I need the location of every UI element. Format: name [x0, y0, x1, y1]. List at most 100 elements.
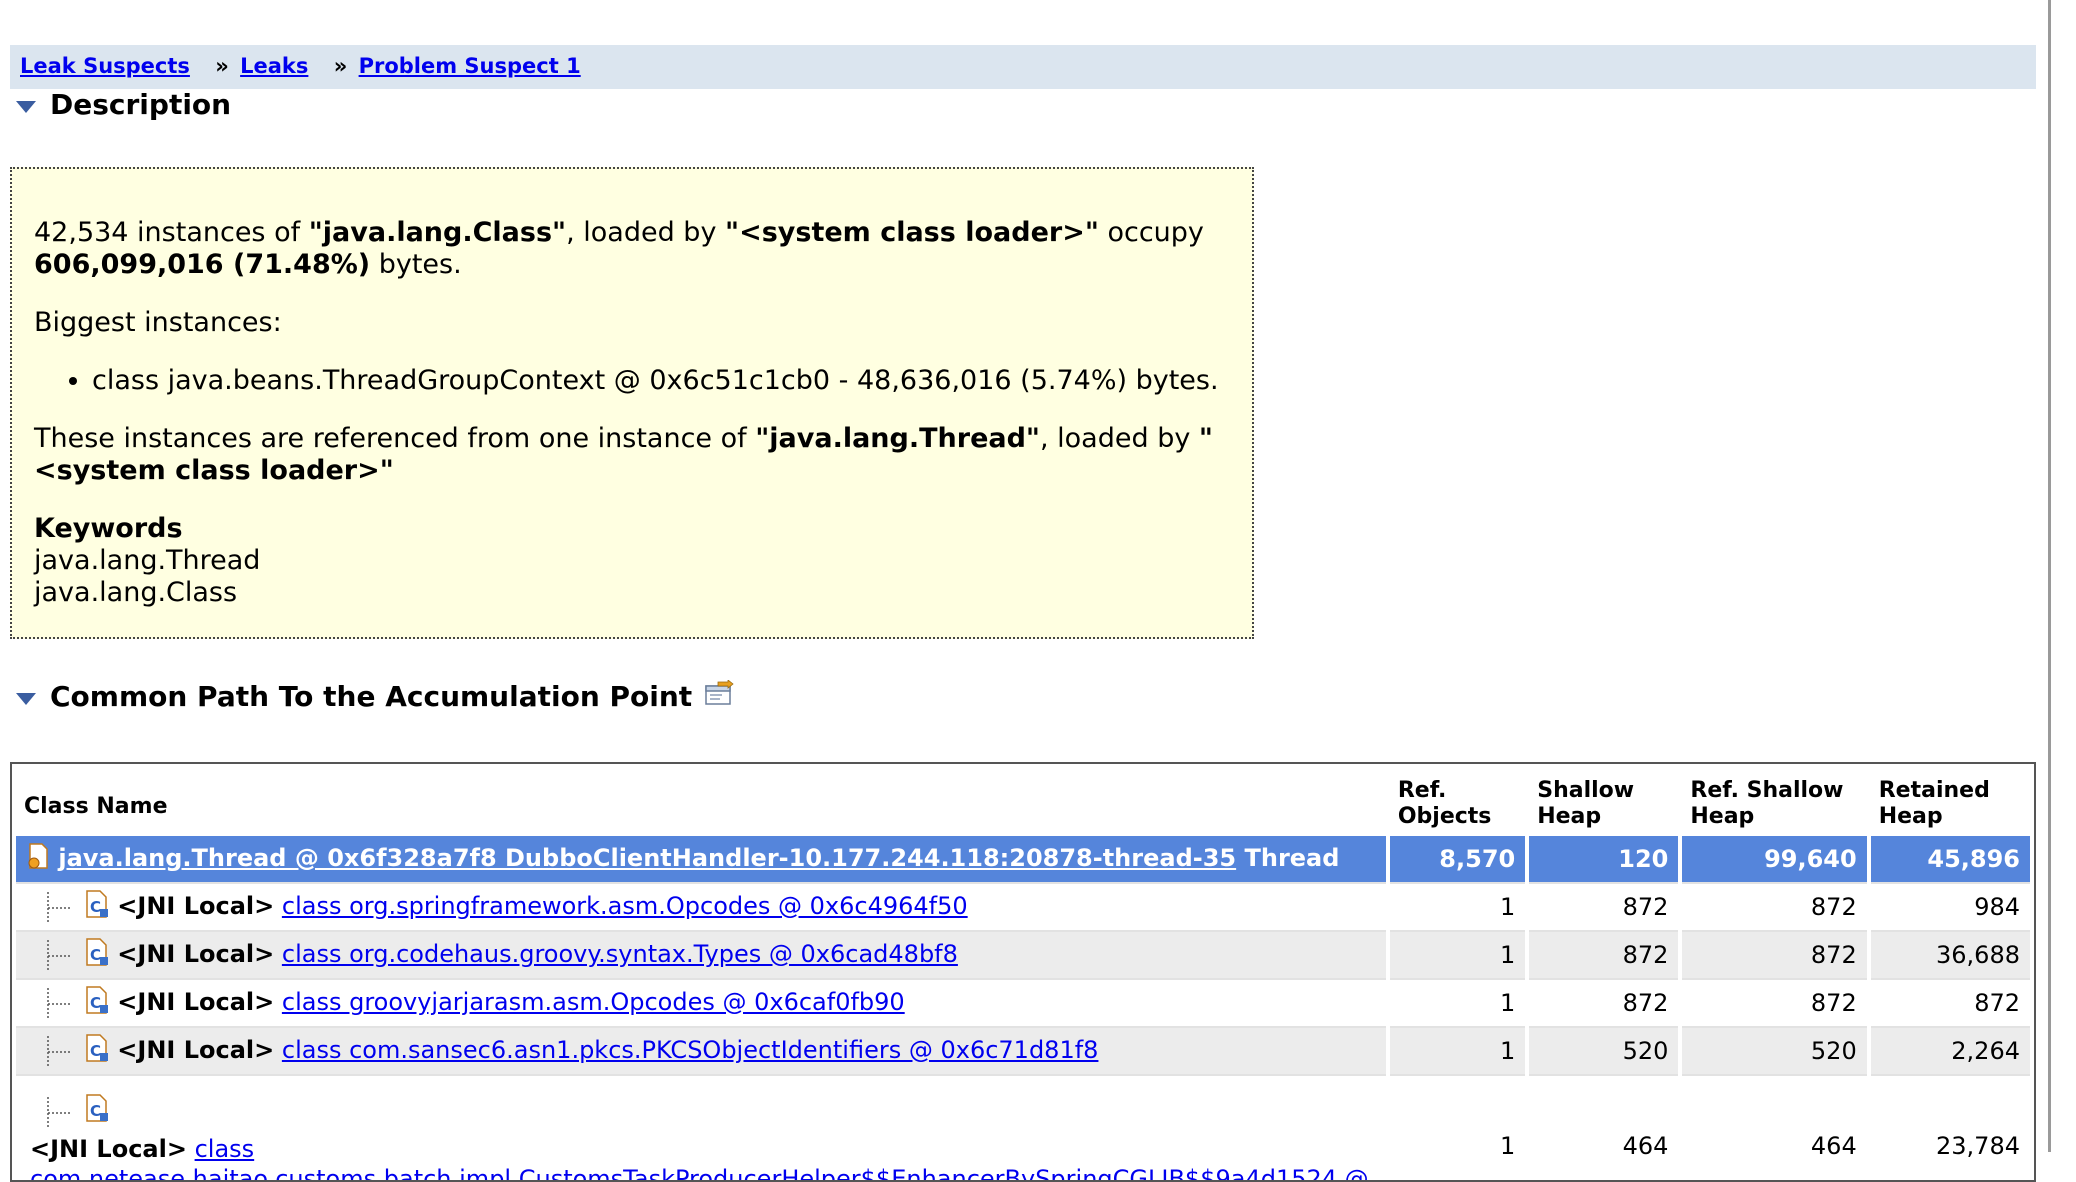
- summary-size: 606,099,016 (71.48%): [34, 249, 371, 280]
- path-title: Common Path To the Accumulation Point: [50, 680, 693, 713]
- biggest-instance-item: class java.beans.ThreadGroupContext @ 0x…: [92, 365, 1230, 397]
- svg-text:C: C: [90, 1042, 101, 1060]
- ref-shallow-heap-cell: 99,640: [1682, 836, 1867, 882]
- class-name-cell: C <JNI Local> class com.netease.haitao.c…: [16, 1074, 1386, 1180]
- table-row[interactable]: C <JNI Local> class groovyjarjarasm.asm.…: [16, 978, 2030, 1026]
- ref-shallow-heap-cell: 872: [1682, 882, 1867, 930]
- collapse-triangle-icon[interactable]: [16, 692, 36, 705]
- column-header-retained-heap[interactable]: Retained Heap: [1871, 764, 2030, 836]
- class-link[interactable]: class groovyjarjarasm.asm.Opcodes @ 0x6c…: [282, 988, 905, 1016]
- ref-objects-cell: 8,570: [1389, 836, 1526, 882]
- table-row[interactable]: C <JNI Local> class com.sansec6.asn1.pkc…: [16, 1026, 2030, 1074]
- keywords-title: Keywords: [34, 513, 183, 544]
- breadcrumb-separator: »: [215, 54, 229, 78]
- class-name-cell: C <JNI Local> class org.springframework.…: [16, 882, 1386, 930]
- summary-text: , loaded by: [566, 217, 726, 248]
- class-link[interactable]: class: [195, 1135, 255, 1163]
- referenced-text: These instances are referenced from one …: [34, 423, 756, 454]
- tree-connector-icon: [47, 892, 70, 922]
- description-section-header[interactable]: Description: [16, 88, 231, 121]
- path-table: Class Name Ref. Objects Shallow Heap Ref. …: [10, 762, 2036, 1182]
- description-title: Description: [50, 88, 232, 121]
- summary-paragraph: 42,534 instances of "java.lang.Class", l…: [34, 217, 1230, 281]
- shallow-heap-cell: 464: [1529, 1074, 1679, 1180]
- breadcrumb-leak-suspects[interactable]: Leak Suspects: [20, 54, 190, 78]
- ref-objects-cell: 1: [1389, 1074, 1526, 1180]
- summary-text: 42,534 instances of: [34, 217, 309, 248]
- class-name-cell: java.lang.Thread @ 0x6f328a7f8 DubboClie…: [16, 836, 1386, 882]
- svg-text:C: C: [90, 1102, 101, 1120]
- summary-class: "java.lang.Class": [308, 217, 567, 248]
- jni-local-label: <JNI Local>: [117, 988, 275, 1016]
- shallow-heap-cell: 872: [1529, 882, 1679, 930]
- ref-shallow-heap-cell: 872: [1682, 930, 1867, 978]
- table-header-row: Class Name Ref. Objects Shallow Heap Ref. …: [16, 764, 2030, 836]
- column-header-class-name[interactable]: Class Name: [16, 764, 1386, 836]
- biggest-instances-list: class java.beans.ThreadGroupContext @ 0x…: [34, 365, 1230, 397]
- breadcrumb-problem-suspect-1[interactable]: Problem Suspect 1: [359, 54, 581, 78]
- class-icon: C: [84, 985, 110, 1021]
- breadcrumb-separator: »: [333, 54, 348, 78]
- ref-objects-cell: 1: [1389, 978, 1526, 1026]
- breadcrumb-leaks[interactable]: Leaks: [240, 54, 308, 78]
- class-link[interactable]: class org.codehaus.groovy.syntax.Types @…: [282, 940, 958, 968]
- class-icon: C: [84, 1093, 110, 1130]
- referenced-loader: ": [1198, 423, 1213, 454]
- keyword-item: java.lang.Thread: [34, 545, 261, 576]
- thread-label: Thread: [1244, 844, 1340, 872]
- svg-text:C: C: [90, 898, 101, 916]
- referenced-text: , loaded by: [1040, 423, 1199, 454]
- class-link-continued[interactable]: com.netease.haitao.customs.batch.impl.Cu…: [30, 1165, 1369, 1180]
- ref-shallow-heap-cell: 872: [1682, 978, 1867, 1026]
- jni-local-label: <JNI Local>: [30, 1135, 187, 1163]
- ref-objects-cell: 1: [1389, 882, 1526, 930]
- column-header-ref-objects[interactable]: Ref. Objects: [1390, 764, 1525, 836]
- column-header-shallow-heap[interactable]: Shallow Heap: [1529, 764, 1678, 836]
- collapse-triangle-icon[interactable]: [16, 100, 36, 113]
- description-box: 42,534 instances of "java.lang.Class", l…: [10, 167, 1254, 639]
- summary-text: bytes.: [370, 249, 462, 280]
- retained-heap-cell: 872: [1870, 978, 2030, 1026]
- table-row[interactable]: C <JNI Local> class org.codehaus.groovy.…: [16, 930, 2030, 978]
- referenced-loader: <system class loader>": [34, 455, 394, 486]
- path-section-header[interactable]: Common Path To the Accumulation Point: [16, 679, 734, 713]
- keyword-item: java.lang.Class: [34, 577, 238, 608]
- class-icon: C: [84, 1033, 110, 1069]
- window-right-border: [2048, 0, 2051, 1152]
- thread-object-icon: [26, 842, 50, 876]
- jni-local-label: <JNI Local>: [117, 940, 275, 968]
- breadcrumb: Leak Suspects » Leaks » Problem Suspect …: [10, 45, 2036, 89]
- svg-text:C: C: [90, 946, 101, 964]
- export-icon[interactable]: [704, 679, 734, 713]
- thread-object-link[interactable]: java.lang.Thread @ 0x6f328a7f8 DubboClie…: [58, 844, 1236, 872]
- table-row[interactable]: C <JNI Local> class org.springframework.…: [16, 882, 2030, 930]
- table-row[interactable]: C <JNI Local> class com.netease.haitao.c…: [16, 1074, 2030, 1180]
- summary-loader: "<system class loader>": [725, 217, 1099, 248]
- shallow-heap-cell: 520: [1529, 1026, 1679, 1074]
- ref-shallow-heap-cell: 520: [1682, 1026, 1867, 1074]
- class-name-cell: C <JNI Local> class groovyjarjarasm.asm.…: [16, 978, 1386, 1026]
- class-link[interactable]: class com.sansec6.asn1.pkcs.PKCSObjectId…: [282, 1036, 1099, 1064]
- column-header-ref-shallow-heap[interactable]: Ref. Shallow Heap: [1682, 764, 1866, 836]
- referenced-from-paragraph: These instances are referenced from one …: [34, 423, 1230, 487]
- retained-heap-cell: 23,784: [1870, 1074, 2030, 1180]
- retained-heap-cell: 45,896: [1870, 836, 2030, 882]
- class-icon: C: [84, 889, 110, 925]
- class-name-cell: C <JNI Local> class org.codehaus.groovy.…: [16, 930, 1386, 978]
- shallow-heap-cell: 120: [1529, 836, 1679, 882]
- biggest-instances-label: Biggest instances:: [34, 307, 282, 338]
- retained-heap-cell: 2,264: [1870, 1026, 2030, 1074]
- shallow-heap-cell: 872: [1529, 978, 1679, 1026]
- ref-objects-cell: 1: [1389, 1026, 1526, 1074]
- tree-connector-icon: [47, 1036, 70, 1066]
- tree-connector-icon: [47, 940, 70, 970]
- table-row-selected[interactable]: java.lang.Thread @ 0x6f328a7f8 DubboClie…: [16, 836, 2030, 882]
- ref-objects-cell: 1: [1389, 930, 1526, 978]
- class-link[interactable]: class org.springframework.asm.Opcodes @ …: [282, 892, 968, 920]
- referenced-class: "java.lang.Thread": [755, 423, 1040, 454]
- ref-shallow-heap-cell: 464: [1682, 1074, 1867, 1180]
- summary-text: occupy: [1098, 217, 1204, 248]
- shallow-heap-cell: 872: [1529, 930, 1679, 978]
- svg-text:C: C: [90, 994, 101, 1012]
- jni-local-label: <JNI Local>: [117, 892, 275, 920]
